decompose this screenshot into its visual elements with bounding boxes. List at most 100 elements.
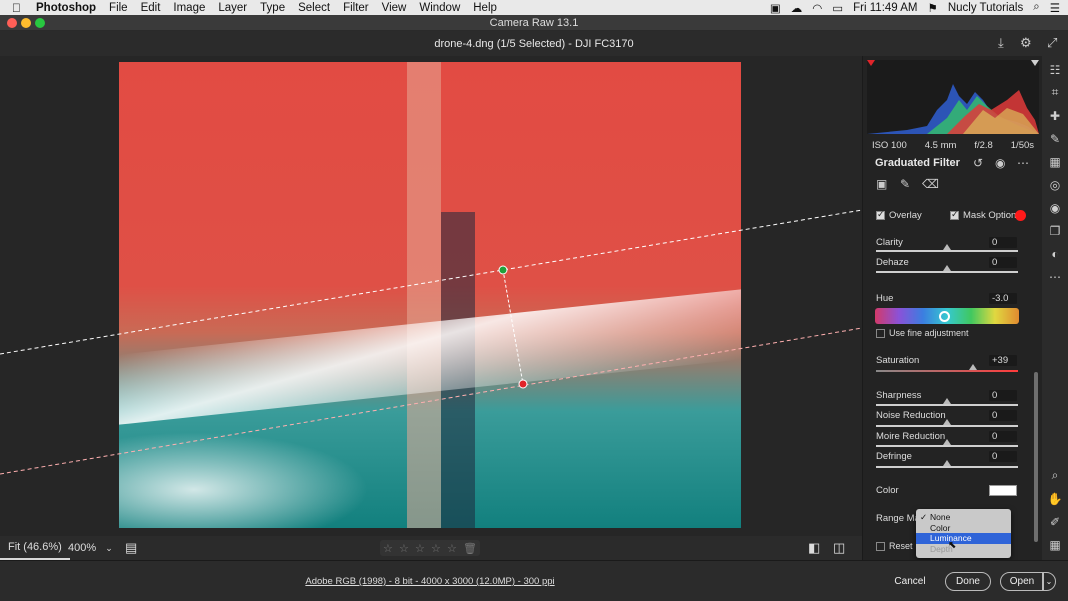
- menu-type[interactable]: Type: [260, 2, 285, 14]
- eraser-icon[interactable]: ⌫: [922, 177, 939, 191]
- edit-icon[interactable]: ☷: [1050, 58, 1061, 81]
- star-rating[interactable]: ☆ ☆ ☆ ☆ ☆ 🗑: [380, 540, 480, 556]
- reset-toggle[interactable]: Reset: [876, 541, 913, 552]
- clarity-slider-thumb[interactable]: [943, 244, 951, 250]
- fullscreen-icon[interactable]: ⤢: [1047, 35, 1057, 51]
- color-swatch[interactable]: [989, 485, 1017, 496]
- image-canvas[interactable]: [0, 56, 862, 536]
- visibility-eye-icon[interactable]: ◉: [995, 156, 1005, 170]
- radial-filter-icon[interactable]: ◎: [1050, 173, 1060, 196]
- highlight-warning-icon[interactable]: [1031, 60, 1039, 66]
- brush-mask-icon[interactable]: ✎: [900, 177, 910, 191]
- preview-mode-icon[interactable]: ◧: [808, 540, 820, 556]
- sharpness-slider-track[interactable]: [876, 404, 1018, 406]
- saturation-value[interactable]: +39: [989, 355, 1017, 366]
- filter-red-pin[interactable]: [518, 379, 528, 389]
- menu-view[interactable]: View: [382, 2, 407, 14]
- sharpness-slider-thumb[interactable]: [943, 398, 951, 404]
- menu-select[interactable]: Select: [298, 2, 330, 14]
- star-icon[interactable]: ☆: [383, 542, 393, 555]
- defringe-slider-track[interactable]: [876, 466, 1018, 468]
- fine-adjustment-checkbox[interactable]: [876, 329, 885, 339]
- menu-image[interactable]: Image: [173, 2, 205, 14]
- menu-file[interactable]: File: [109, 2, 128, 14]
- menu-user[interactable]: Nucly Tutorials: [948, 2, 1023, 14]
- filter-center-line[interactable]: [502, 269, 524, 385]
- close-window-button[interactable]: [7, 18, 17, 28]
- workflow-options-link[interactable]: Adobe RGB (1998) - 8 bit - 4000 x 3000 (…: [0, 576, 860, 587]
- filter-green-pin[interactable]: [498, 265, 508, 275]
- before-after-icon[interactable]: ◫: [833, 540, 845, 556]
- saturation-slider-track[interactable]: [876, 370, 1018, 372]
- hue-value[interactable]: -3.0: [989, 293, 1017, 304]
- save-image-icon[interactable]: ⤓: [998, 35, 1004, 51]
- wifi-icon[interactable]: ◠: [812, 1, 822, 15]
- new-filter-icon[interactable]: ▣: [876, 177, 887, 191]
- fine-adjustment-toggle[interactable]: Use fine adjustment: [876, 328, 969, 339]
- filmstrip-icon[interactable]: ▤: [125, 540, 137, 556]
- grid-icon[interactable]: ▦: [1049, 533, 1060, 556]
- moire-reduction-slider-thumb[interactable]: [943, 439, 951, 445]
- defringe-value[interactable]: 0: [989, 451, 1017, 462]
- moire-reduction-slider-track[interactable]: [876, 445, 1018, 447]
- saturation-slider-thumb[interactable]: [969, 364, 977, 370]
- crop-icon[interactable]: ⌗: [1052, 81, 1059, 104]
- range-mask-option-none[interactable]: ✓ None: [916, 512, 1011, 523]
- range-mask-option-color[interactable]: Color: [916, 523, 1011, 534]
- flag-icon[interactable]: ⚑: [928, 1, 938, 15]
- zoom-level-select[interactable]: 400% ⌄: [68, 542, 113, 554]
- filter-red-line[interactable]: [0, 327, 862, 475]
- menu-clock[interactable]: Fri 11:49 AM: [853, 2, 917, 14]
- reset-filter-icon[interactable]: ↺: [973, 156, 983, 170]
- clarity-slider-track[interactable]: [876, 250, 1018, 252]
- star-icon[interactable]: ☆: [415, 542, 425, 555]
- star-icon[interactable]: ☆: [399, 542, 409, 555]
- display-icon[interactable]: ▭: [832, 1, 843, 15]
- screen-record-icon[interactable]: ▣: [770, 1, 781, 15]
- done-button[interactable]: Done: [945, 572, 991, 591]
- mask-options-checkbox[interactable]: [950, 209, 959, 220]
- star-icon[interactable]: ☆: [431, 542, 441, 555]
- healing-icon[interactable]: ✚: [1050, 104, 1060, 127]
- zoom-window-button[interactable]: [35, 18, 45, 28]
- snapshots-icon[interactable]: ❐: [1050, 219, 1061, 242]
- spotlight-search-icon[interactable]: ⌕: [1033, 1, 1039, 14]
- menu-app-name[interactable]: Photoshop: [36, 2, 96, 14]
- settings-gear-icon[interactable]: ⚙: [1020, 35, 1032, 51]
- clarity-value[interactable]: 0: [989, 237, 1017, 248]
- reset-checkbox[interactable]: [876, 542, 885, 552]
- range-mask-dropdown[interactable]: ✓ None Color Luminance Depth: [916, 509, 1011, 558]
- zoom-icon[interactable]: ⌕: [1052, 464, 1059, 487]
- overlay-toggle[interactable]: Overlay: [876, 209, 922, 221]
- menu-layer[interactable]: Layer: [218, 2, 247, 14]
- noise-reduction-value[interactable]: 0: [989, 410, 1017, 421]
- dehaze-slider-thumb[interactable]: [943, 265, 951, 271]
- open-options-chevron-icon[interactable]: ⌄: [1042, 572, 1056, 591]
- presets-icon[interactable]: ◐: [1051, 242, 1058, 265]
- trash-icon[interactable]: 🗑: [463, 542, 477, 555]
- minimize-window-button[interactable]: [21, 18, 31, 28]
- mask-options-toggle[interactable]: Mask Options: [950, 209, 1021, 221]
- redeye-icon[interactable]: ◉: [1050, 196, 1060, 219]
- menu-window[interactable]: Window: [419, 2, 460, 14]
- hue-slider-knob[interactable]: [939, 311, 950, 322]
- apple-icon[interactable]: : [12, 1, 26, 15]
- sampler-icon[interactable]: ✐: [1050, 510, 1060, 533]
- mask-color-swatch[interactable]: [1015, 210, 1026, 221]
- dehaze-value[interactable]: 0: [989, 257, 1017, 268]
- noise-reduction-slider-thumb[interactable]: [943, 419, 951, 425]
- noise-reduction-slider-track[interactable]: [876, 425, 1018, 427]
- clipping-warning-icon[interactable]: [867, 60, 875, 66]
- menu-help[interactable]: Help: [473, 2, 497, 14]
- menu-edit[interactable]: Edit: [141, 2, 161, 14]
- filter-green-line[interactable]: [0, 209, 862, 355]
- more-options-icon[interactable]: ⋯: [1017, 156, 1029, 170]
- brush-icon[interactable]: ✎: [1050, 127, 1060, 150]
- panel-scrollbar[interactable]: [1034, 372, 1038, 542]
- creative-cloud-icon[interactable]: ☁: [791, 1, 803, 15]
- hand-icon[interactable]: ✋: [1048, 487, 1063, 510]
- star-icon[interactable]: ☆: [447, 542, 457, 555]
- moire-reduction-value[interactable]: 0: [989, 431, 1017, 442]
- dehaze-slider-track[interactable]: [876, 271, 1018, 273]
- zoom-fit-button[interactable]: Fit (46.6%): [0, 536, 70, 560]
